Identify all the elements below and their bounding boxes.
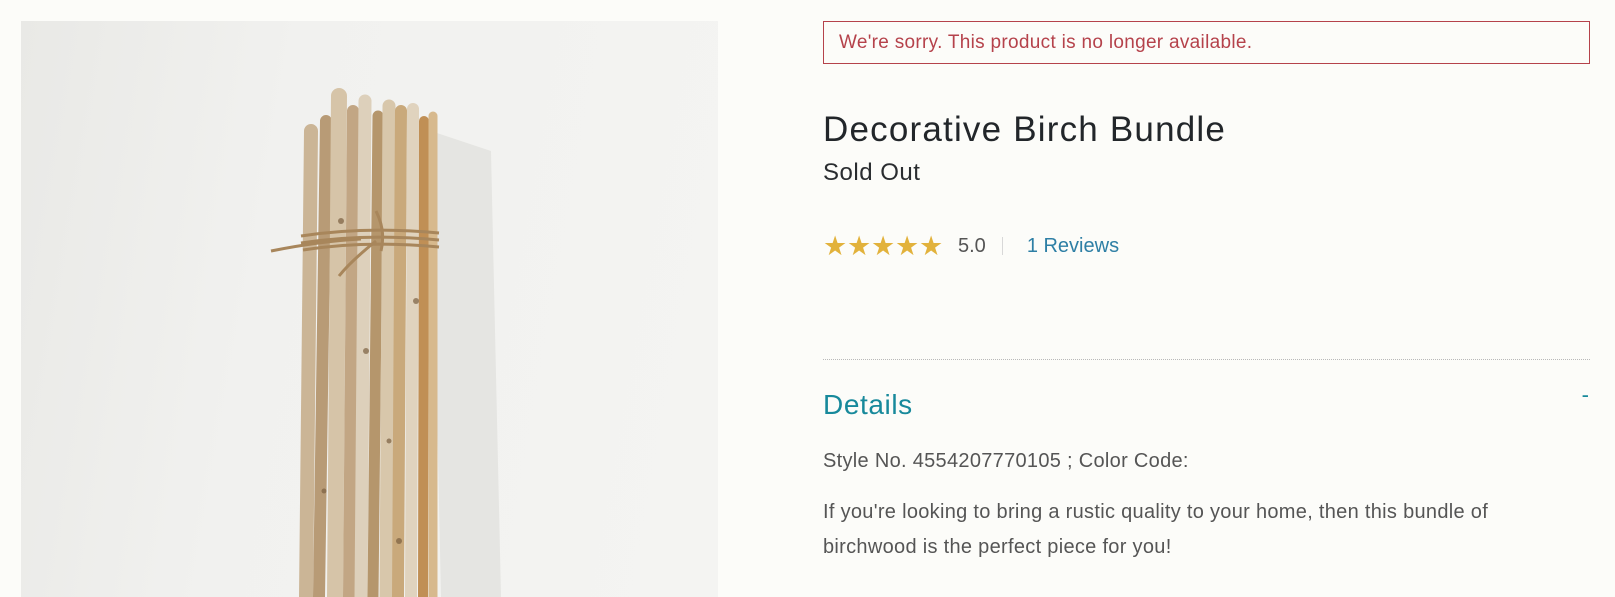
product-description: If you're looking to bring a rustic qual…: [823, 501, 1489, 558]
style-number: Style No. 4554207770105 ; Color Code:: [823, 450, 1189, 472]
reviews-link[interactable]: 1 Reviews: [1027, 235, 1119, 258]
star-icon: ★: [871, 230, 896, 261]
section-divider: [823, 359, 1590, 360]
product-page: We're sorry. This product is no longer a…: [0, 0, 1615, 597]
rating-separator: [1001, 237, 1003, 255]
collapse-icon[interactable]: -: [1582, 382, 1589, 408]
rating-stars: ★ ★ ★ ★ ★: [823, 230, 944, 261]
rating-row: ★ ★ ★ ★ ★ 5.0 1 Reviews: [823, 231, 1591, 261]
stock-status: Sold Out: [823, 159, 921, 186]
product-info: We're sorry. This product is no longer a…: [823, 21, 1591, 565]
unavailable-alert: We're sorry. This product is no longer a…: [823, 21, 1590, 64]
star-icon: ★: [847, 230, 872, 261]
star-icon: ★: [823, 230, 848, 261]
star-icon: ★: [919, 230, 944, 261]
details-accordion-header[interactable]: Details -: [823, 382, 1591, 422]
product-image[interactable]: [21, 21, 718, 597]
birch-bundle-illustration: [270, 88, 501, 597]
details-heading[interactable]: Details: [823, 388, 1591, 422]
star-icon: ★: [895, 230, 920, 261]
rating-value: 5.0: [958, 234, 986, 257]
product-title: Decorative Birch Bundle: [823, 110, 1227, 149]
